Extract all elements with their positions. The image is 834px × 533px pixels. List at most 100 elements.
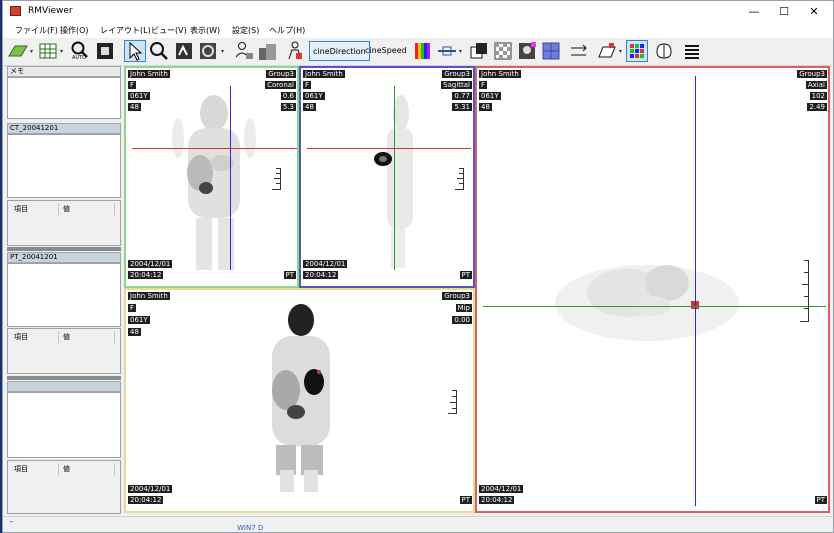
view-label: Sagittal (441, 81, 472, 89)
patient-db-icon[interactable] (233, 40, 255, 62)
study-date: 2004/12/01 (128, 485, 173, 493)
col-item-label: 項目 (14, 465, 28, 473)
column-divider (114, 203, 115, 216)
sidebar: メモ CT_20041201 項目 値 PT_20041201 項目 値 項目 … (7, 66, 121, 516)
crosshair-vertical[interactable] (394, 86, 395, 270)
crosshair-vertical[interactable] (695, 76, 696, 506)
patient-name: John Smith (303, 70, 345, 78)
coronal-viewport[interactable]: John Smith Group3 F Coronal 061Y 0.6 48 … (124, 66, 299, 288)
col-value-label: 値 (63, 205, 70, 213)
column-divider (58, 331, 59, 344)
study-time: 20:04:12 (303, 271, 339, 279)
modality-label: PT (814, 496, 827, 504)
pt-series-panel[interactable] (7, 263, 121, 327)
title-bar: RMViewer — ☐ ✕ (3, 1, 833, 22)
menu-help[interactable]: ヘルプ(H) (269, 25, 305, 36)
status-dash: – (9, 517, 14, 527)
shapes-icon[interactable] (7, 40, 29, 62)
sagittal-viewport[interactable]: John Smith Group3 F Sagittal 061Y 0.77 4… (299, 66, 475, 288)
axial-viewport[interactable]: John Smith Group3 F Axial 061Y 102 48 2.… (475, 66, 830, 513)
window-value: 102 (809, 92, 827, 100)
layout-grid-icon[interactable] (37, 40, 59, 62)
scale-ruler (800, 260, 809, 322)
window-level-icon[interactable] (173, 40, 195, 62)
mip-image (272, 304, 330, 492)
pt-series-header[interactable]: PT_20041201 (7, 252, 121, 263)
study-date: 2004/12/01 (303, 260, 348, 268)
axial-image (555, 265, 739, 341)
sex-label: F (128, 81, 137, 89)
column-divider (58, 463, 59, 476)
scale-ruler (272, 168, 281, 190)
cine-speed-button[interactable]: cineSpeed (362, 41, 410, 61)
roi-icon[interactable] (596, 40, 618, 62)
col-item-label: 項目 (14, 333, 28, 341)
ct-series-panel[interactable] (7, 134, 121, 198)
mip-viewport[interactable]: John Smith Group3 F Mip 061Y 0.00 48 200… (124, 288, 475, 513)
ct-series-header[interactable]: CT_20041201 (7, 123, 121, 134)
modality-label: PT (459, 271, 472, 279)
scale-ruler (455, 168, 464, 190)
crosshair-horizontal[interactable] (483, 306, 826, 307)
zoom-auto-icon[interactable]: AUTO (69, 40, 91, 62)
chevron-down-icon[interactable]: ▾ (619, 48, 622, 55)
level-value: 5.3 (280, 103, 296, 111)
sex-label: F (479, 81, 488, 89)
menu-file[interactable]: ファイル(F) (15, 25, 58, 36)
menu-layout[interactable]: レイアウト(L) (100, 25, 151, 36)
series-header-empty[interactable] (7, 381, 121, 392)
cine-direction-button[interactable]: cineDirection (309, 41, 370, 61)
menu-display[interactable]: 表示(W) (190, 25, 220, 36)
toolbar: ▾ ▾ AUTO ▾ cineDirection cineSpeed ▾ ▾ (3, 38, 833, 66)
group-label: Group3 (442, 70, 472, 78)
crosshair-horizontal[interactable] (307, 148, 471, 149)
pt-info-grid: 項目 値 (7, 328, 121, 374)
chevron-down-icon[interactable]: ▾ (221, 48, 224, 55)
menu-operation[interactable]: 操作(O) (60, 25, 89, 36)
splitter[interactable] (7, 247, 121, 251)
fusion-icon[interactable] (540, 40, 562, 62)
menu-settings[interactable]: 設定(S) (232, 25, 259, 36)
sync-grid-icon[interactable] (626, 40, 648, 62)
view-label: Coronal (265, 81, 296, 89)
chevron-down-icon[interactable]: ▾ (459, 48, 462, 55)
chevron-down-icon[interactable]: ▾ (60, 48, 63, 55)
brain-icon[interactable] (653, 40, 675, 62)
rotate-icon[interactable] (197, 40, 219, 62)
group-label: Group3 (442, 292, 472, 300)
slice-number: 48 (128, 103, 141, 111)
overlay-icon[interactable] (468, 40, 490, 62)
view-label: Axial (805, 81, 827, 89)
patient-name: John Smith (128, 292, 170, 300)
slice-number: 48 (479, 103, 492, 111)
mip-icon[interactable] (516, 40, 538, 62)
list-icon[interactable] (681, 40, 703, 62)
minimize-button[interactable]: — (737, 1, 771, 22)
measure-icon[interactable] (568, 40, 590, 62)
column-divider (114, 463, 115, 476)
color-map-icon[interactable] (412, 40, 434, 62)
crosshair-horizontal[interactable] (132, 148, 297, 149)
menu-view[interactable]: ビュー(V) (151, 25, 187, 36)
sex-label: F (128, 304, 137, 312)
chevron-down-icon[interactable]: ▾ (30, 48, 33, 55)
age-label: 061Y (479, 92, 501, 100)
series-panel-empty[interactable] (7, 392, 121, 458)
checker-icon[interactable] (492, 40, 514, 62)
maximize-button[interactable]: ☐ (767, 1, 801, 22)
zoom-icon[interactable] (148, 40, 170, 62)
memo-textarea[interactable] (7, 77, 121, 119)
series-icon[interactable] (257, 40, 279, 62)
close-button[interactable]: ✕ (797, 1, 831, 22)
age-label: 061Y (128, 92, 150, 100)
person-icon[interactable] (284, 40, 306, 62)
pointer-icon[interactable] (124, 40, 146, 62)
crosshair-vertical[interactable] (230, 86, 231, 270)
slice-icon[interactable] (436, 40, 458, 62)
study-date: 2004/12/01 (128, 260, 173, 268)
fit-window-icon[interactable] (94, 40, 116, 62)
splitter[interactable] (7, 376, 121, 380)
app-icon (10, 6, 21, 16)
window-title: RMViewer (28, 6, 73, 16)
ct-info-grid: 項目 値 (7, 200, 121, 246)
